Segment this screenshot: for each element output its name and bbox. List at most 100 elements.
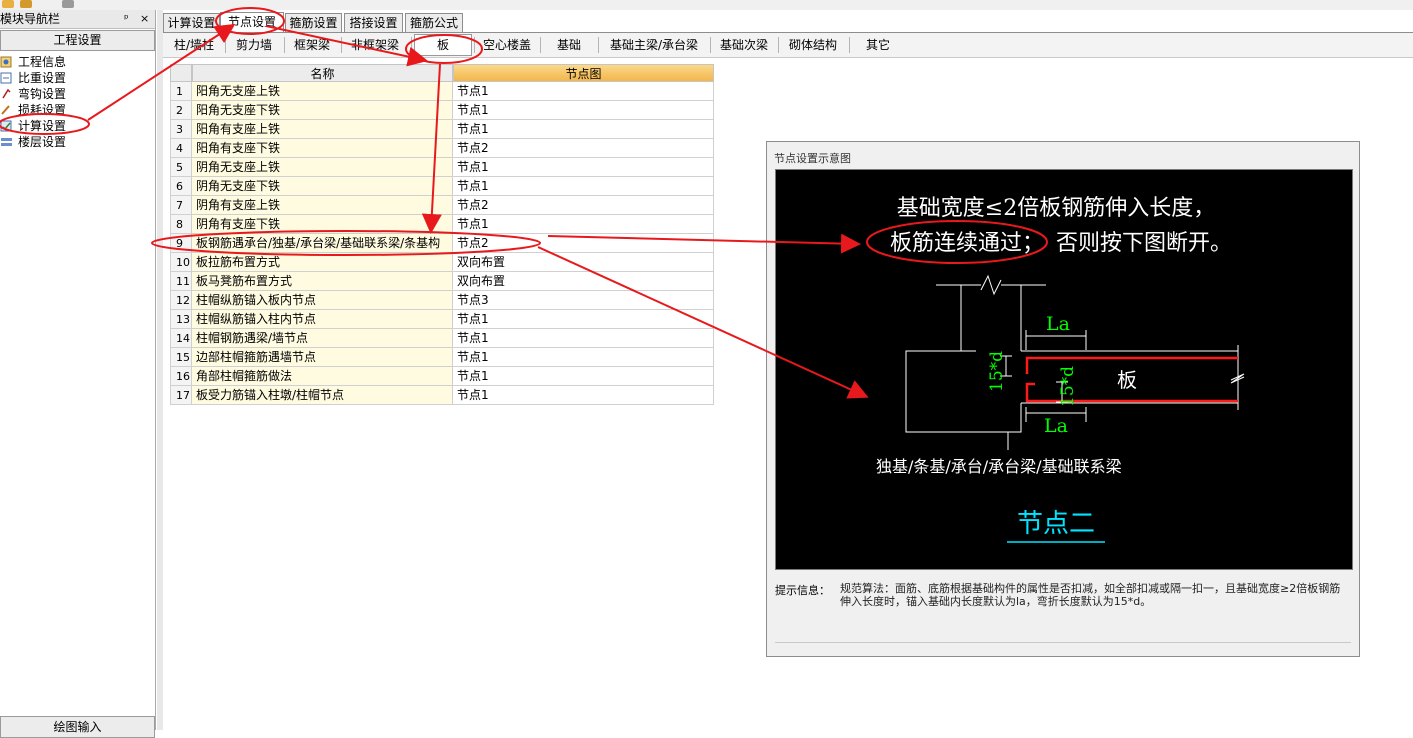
- tab-lap-settings[interactable]: 搭接设置: [344, 13, 403, 33]
- row-name-cell: 板马凳筋布置方式: [192, 272, 453, 291]
- row-node-cell[interactable]: 节点1: [453, 177, 714, 196]
- table-row[interactable]: 5 阴角无支座上铁 节点1: [170, 158, 714, 177]
- subtab-masonry[interactable]: 砌体结构: [781, 35, 845, 55]
- subtab-hollow-floor[interactable]: 空心楼盖: [477, 35, 537, 55]
- tab-calc-settings[interactable]: 计算设置: [163, 13, 220, 33]
- subtab-separator: [411, 37, 412, 53]
- pin-icon[interactable]: ᵖ: [124, 10, 129, 28]
- table-row[interactable]: 11 板马凳筋布置方式 双向布置: [170, 272, 714, 291]
- foundation-types-label: 独基/条基/承台/承台梁/基础联系梁: [876, 457, 1122, 476]
- row-node-cell[interactable]: 节点1: [453, 386, 714, 405]
- row-node-value: 节点3: [457, 293, 489, 307]
- row-node-cell[interactable]: 节点1: [453, 329, 714, 348]
- main-gutter: [157, 10, 163, 730]
- subtab-shear-wall[interactable]: 剪力墙: [228, 35, 280, 55]
- table-row[interactable]: 2 阳角无支座下铁 节点1: [170, 101, 714, 120]
- row-number: 9: [170, 234, 192, 253]
- la-top-label: La: [1046, 313, 1070, 335]
- row-number: 17: [170, 386, 192, 405]
- row-number: 10: [170, 253, 192, 272]
- row-name-cell: 角部柱帽箍筋做法: [192, 367, 453, 386]
- row-node-cell[interactable]: 节点2: [453, 196, 714, 215]
- open-folder-icon[interactable]: [20, 0, 32, 8]
- subtab-separator: [598, 37, 599, 53]
- row-name-cell: 柱帽纵筋锚入柱内节点: [192, 310, 453, 329]
- diagram-rule-line2-suffix: 否则按下图断开。: [1056, 231, 1232, 256]
- subtab-separator: [849, 37, 850, 53]
- row-number: 12: [170, 291, 192, 310]
- close-icon[interactable]: ×: [140, 10, 149, 28]
- row-node-cell[interactable]: 节点1: [453, 215, 714, 234]
- table-row[interactable]: 15 边部柱帽箍筋遇墙节点 节点1: [170, 348, 714, 367]
- row-node-cell[interactable]: 节点1: [453, 82, 714, 101]
- nav-section-header[interactable]: 工程设置: [0, 30, 155, 51]
- weight-icon: [0, 72, 12, 84]
- row-node-cell[interactable]: 节点1: [453, 367, 714, 386]
- subtab-separator: [710, 37, 711, 53]
- row-node-cell[interactable]: 节点2: [453, 139, 714, 158]
- la-bottom-label: La: [1044, 415, 1068, 437]
- row-node-cell[interactable]: 节点1: [453, 120, 714, 139]
- row-node-cell[interactable]: 双向布置: [453, 272, 714, 291]
- subtab-other[interactable]: 其它: [852, 35, 904, 55]
- row-name-cell: 板拉筋布置方式: [192, 253, 453, 272]
- column-outline: [905, 274, 1245, 450]
- tab-stirrup-settings[interactable]: 箍筋设置: [285, 13, 342, 33]
- row-number: 7: [170, 196, 192, 215]
- table-row[interactable]: 13 柱帽纵筋锚入柱内节点 节点1: [170, 310, 714, 329]
- subtab-foundation-secondary-beam[interactable]: 基础次梁: [713, 35, 775, 55]
- nav-titlebar: 模块导航栏 ᵖ ×: [0, 10, 155, 29]
- row-number: 3: [170, 120, 192, 139]
- node-title: 节点二: [1017, 509, 1095, 539]
- table-row[interactable]: 1 阳角无支座上铁 节点1: [170, 82, 714, 101]
- top-toolbar: [0, 0, 1413, 10]
- tab-stirrup-formula[interactable]: 箍筋公式: [405, 13, 463, 33]
- subtab-separator: [341, 37, 342, 53]
- subtab-slab[interactable]: 板: [414, 34, 472, 56]
- table-row[interactable]: 3 阳角有支座上铁 节点1: [170, 120, 714, 139]
- column-header-node[interactable]: 节点图: [453, 64, 714, 82]
- node-diagram-panel: 节点设置示意图 基础宽度≤2倍板钢筋伸入长度， 板筋连续通过； 否则按下图断开。: [766, 141, 1360, 657]
- row-node-cell[interactable]: 节点1: [453, 101, 714, 120]
- row-name-cell: 阴角无支座下铁: [192, 177, 453, 196]
- row-node-cell[interactable]: 节点3: [453, 291, 714, 310]
- row-number: 4: [170, 139, 192, 158]
- subtab-foundation-main-beam[interactable]: 基础主梁/承台梁: [601, 35, 707, 55]
- table-row[interactable]: 12 柱帽纵筋锚入板内节点 节点3: [170, 291, 714, 310]
- table-row[interactable]: 16 角部柱帽箍筋做法 节点1: [170, 367, 714, 386]
- floor-icon: [1, 138, 12, 146]
- row-name-cell: 阳角无支座下铁: [192, 101, 453, 120]
- row-node-cell[interactable]: 双向布置: [453, 253, 714, 272]
- row-name-cell: 板受力筋锚入柱墩/柱帽节点: [192, 386, 453, 405]
- diagram-rule-line1: 基础宽度≤2倍板钢筋伸入长度，: [897, 196, 1215, 221]
- tab-node-settings[interactable]: 节点设置: [220, 12, 284, 34]
- row-name-cell: 阴角无支座上铁: [192, 158, 453, 177]
- table-row[interactable]: 9板钢筋遇承台/独基/承台梁/基础联系梁/条基构节点2···: [170, 234, 714, 253]
- table-row[interactable]: 14 柱帽钢筋遇梁/墙节点 节点1: [170, 329, 714, 348]
- row-name-cell: 阳角无支座上铁: [192, 82, 453, 101]
- row-node-cell[interactable]: 节点2···: [453, 234, 714, 253]
- row-node-value: 节点1: [457, 84, 489, 98]
- slab-label: 板: [1117, 368, 1137, 392]
- nav-footer-draw-input[interactable]: 绘图输入: [0, 716, 155, 738]
- row-node-cell[interactable]: 节点1: [453, 348, 714, 367]
- row-node-value: 节点1: [457, 331, 489, 345]
- row-name-cell: 阴角有支座上铁: [192, 196, 453, 215]
- row-number: 11: [170, 272, 192, 291]
- subtab-non-frame-beam[interactable]: 非框架梁: [343, 35, 407, 55]
- subtab-column[interactable]: 柱/墙柱: [166, 35, 222, 55]
- table-row[interactable]: 10 板拉筋布置方式 双向布置: [170, 253, 714, 272]
- row-node-cell[interactable]: 节点1: [453, 158, 714, 177]
- table-row[interactable]: 8 阴角有支座下铁 节点1: [170, 215, 714, 234]
- subtab-foundation[interactable]: 基础: [543, 35, 595, 55]
- row-node-cell[interactable]: 节点1: [453, 310, 714, 329]
- save-icon[interactable]: [62, 0, 74, 8]
- column-header-name[interactable]: 名称: [192, 64, 453, 82]
- table-row[interactable]: 4 阳角有支座下铁 节点2: [170, 139, 714, 158]
- subtab-frame-beam[interactable]: 框架梁: [287, 35, 337, 55]
- table-row[interactable]: 17 板受力筋锚入柱墩/柱帽节点 节点1: [170, 386, 714, 405]
- nav-title: 模块导航栏: [0, 12, 61, 26]
- table-row[interactable]: 6 阴角无支座下铁 节点1: [170, 177, 714, 196]
- table-row[interactable]: 7 阴角有支座上铁 节点2: [170, 196, 714, 215]
- new-file-icon[interactable]: [2, 0, 14, 8]
